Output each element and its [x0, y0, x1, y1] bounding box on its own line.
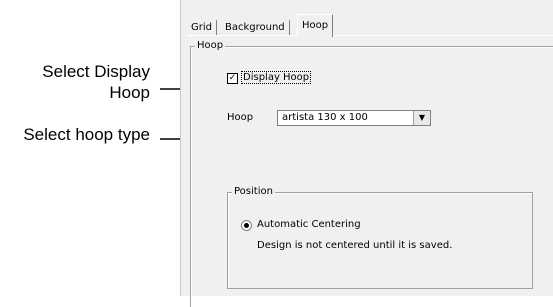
- callout-select-hoop-type: Select hoop type: [23, 125, 150, 144]
- display-hoop-label-text: Display Hoop: [241, 71, 312, 84]
- callout-select-display-hoop: Select Display Hoop: [42, 62, 150, 102]
- hoop-type-value: artista 130 x 100: [282, 112, 368, 123]
- automatic-centering-label[interactable]: Automatic Centering: [257, 219, 361, 230]
- chevron-down-icon[interactable]: ▼: [413, 111, 430, 125]
- centering-note: Design is not centered until it is saved…: [257, 240, 453, 251]
- display-hoop-checkbox[interactable]: ✓: [227, 73, 238, 84]
- display-hoop-label[interactable]: Display Hoop: [241, 71, 312, 84]
- tab-hoop[interactable]: Hoop: [297, 14, 334, 37]
- automatic-centering-radio[interactable]: [241, 220, 252, 231]
- hoop-group-title: Hoop: [195, 40, 226, 51]
- options-dialog: Grid Background Hoop Hoop ✓ Display Hoop…: [180, 0, 553, 307]
- position-group-title: Position: [232, 186, 275, 197]
- hoop-type-select[interactable]: artista 130 x 100 ▼: [277, 110, 431, 126]
- hoop-field-label: Hoop: [227, 112, 254, 123]
- tab-divider: [187, 35, 553, 36]
- tab-background[interactable]: Background: [221, 20, 290, 36]
- tab-grid[interactable]: Grid: [187, 20, 217, 36]
